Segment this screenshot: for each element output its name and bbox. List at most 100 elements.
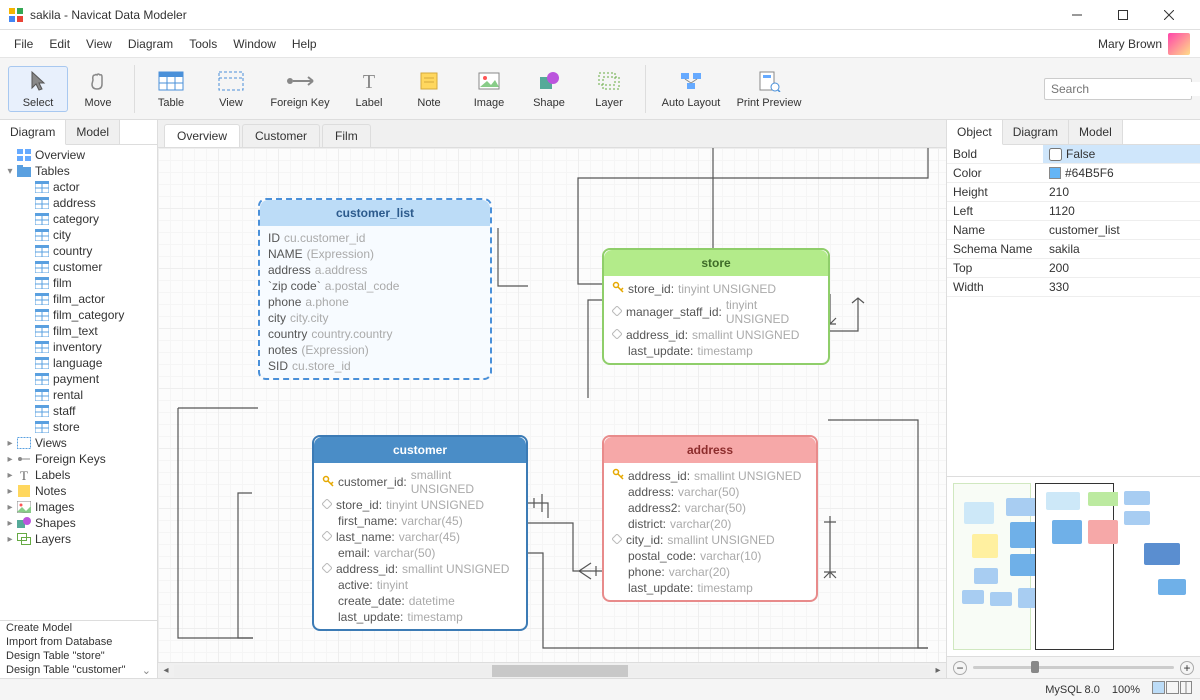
column-row[interactable]: postal_code: varchar(10): [612, 548, 808, 564]
column-row[interactable]: NAME (Expression): [268, 246, 482, 262]
entity-customer-list[interactable]: customer_list ID cu.customer_idNAME (Exp…: [258, 198, 492, 380]
tree-shapes-group[interactable]: ▸Shapes: [0, 515, 157, 531]
column-row[interactable]: `zip code` a.postal_code: [268, 278, 482, 294]
tool-shape[interactable]: Shape: [519, 67, 579, 111]
menu-tools[interactable]: Tools: [181, 33, 225, 55]
prop-height[interactable]: Height210: [947, 183, 1200, 202]
search-input[interactable]: [1051, 82, 1200, 96]
column-row[interactable]: address a.address: [268, 262, 482, 278]
tool-label[interactable]: T Label: [339, 67, 399, 111]
tool-view[interactable]: View: [201, 67, 261, 111]
menu-view[interactable]: View: [78, 33, 120, 55]
column-row[interactable]: first_name: varchar(45): [322, 513, 518, 529]
canvas-tab-overview[interactable]: Overview: [164, 124, 240, 147]
column-row[interactable]: address: varchar(50): [612, 484, 808, 500]
tree-table-rental[interactable]: rental: [0, 387, 157, 403]
tree-overview[interactable]: Overview: [0, 147, 157, 163]
column-row[interactable]: active: tinyint: [322, 577, 518, 593]
collapse-icon[interactable]: ▾: [4, 166, 16, 177]
prop-schema[interactable]: Schema Namesakila: [947, 240, 1200, 259]
column-row[interactable]: country country.country: [268, 326, 482, 342]
column-row[interactable]: address_id: smallint UNSIGNED: [612, 327, 820, 343]
tree-table-film_actor[interactable]: film_actor: [0, 291, 157, 307]
tool-move[interactable]: Move: [68, 67, 128, 111]
user-name[interactable]: Mary Brown: [1098, 37, 1162, 51]
column-row[interactable]: address2: varchar(50): [612, 500, 808, 516]
scrollbar-thumb[interactable]: [492, 665, 628, 677]
property-grid[interactable]: BoldFalse Color#64B5F6 Height210 Left112…: [947, 145, 1200, 476]
tree-views-group[interactable]: ▸Views: [0, 435, 157, 451]
prop-bold[interactable]: BoldFalse: [947, 145, 1200, 164]
column-row[interactable]: phone a.phone: [268, 294, 482, 310]
prop-color[interactable]: Color#64B5F6: [947, 164, 1200, 183]
tool-note[interactable]: Note: [399, 67, 459, 111]
zoom-in-icon[interactable]: +: [1180, 661, 1194, 675]
menu-file[interactable]: File: [6, 33, 41, 55]
column-row[interactable]: ID cu.customer_id: [268, 230, 482, 246]
right-tab-model[interactable]: Model: [1069, 120, 1123, 144]
prop-left[interactable]: Left1120: [947, 202, 1200, 221]
expand-icon[interactable]: ▸: [4, 534, 16, 545]
expand-icon[interactable]: ▸: [4, 518, 16, 529]
tree-table-category[interactable]: category: [0, 211, 157, 227]
right-tab-diagram[interactable]: Diagram: [1003, 120, 1069, 144]
expand-icon[interactable]: ▸: [4, 438, 16, 449]
tree-table-payment[interactable]: payment: [0, 371, 157, 387]
column-row[interactable]: email: varchar(50): [322, 545, 518, 561]
zoom-out-icon[interactable]: −: [953, 661, 967, 675]
tree-table-store[interactable]: store: [0, 419, 157, 435]
action-item[interactable]: Design Table "customer"⌄: [0, 663, 157, 678]
maximize-button[interactable]: [1100, 0, 1146, 30]
avatar[interactable]: [1168, 33, 1190, 55]
layout-toggle-icon[interactable]: [1152, 681, 1192, 698]
scroll-left-icon[interactable]: ◂: [158, 665, 174, 676]
entity-customer[interactable]: customer customer_id: smallint UNSIGNEDs…: [312, 435, 528, 631]
tree-table-film_category[interactable]: film_category: [0, 307, 157, 323]
tree-notes-group[interactable]: ▸Notes: [0, 483, 157, 499]
tree-table-address[interactable]: address: [0, 195, 157, 211]
column-row[interactable]: city city.city: [268, 310, 482, 326]
zoom-slider[interactable]: [973, 666, 1174, 669]
action-item[interactable]: Create Model: [0, 621, 157, 635]
tree-table-language[interactable]: language: [0, 355, 157, 371]
column-row[interactable]: phone: varchar(20): [612, 564, 808, 580]
tree-images-group[interactable]: ▸Images: [0, 499, 157, 515]
column-row[interactable]: store_id: tinyint UNSIGNED: [612, 280, 820, 297]
object-tree[interactable]: Overview ▾Tables actoraddresscategorycit…: [0, 145, 157, 620]
tree-table-staff[interactable]: staff: [0, 403, 157, 419]
prop-name[interactable]: Namecustomer_list: [947, 221, 1200, 240]
tool-image[interactable]: Image: [459, 67, 519, 111]
menu-edit[interactable]: Edit: [41, 33, 78, 55]
prop-top[interactable]: Top200: [947, 259, 1200, 278]
menu-window[interactable]: Window: [225, 33, 284, 55]
column-row[interactable]: last_update: timestamp: [322, 609, 518, 625]
close-button[interactable]: [1146, 0, 1192, 30]
column-row[interactable]: last_update: timestamp: [612, 343, 820, 359]
overview-minimap[interactable]: [947, 476, 1200, 656]
tool-select[interactable]: Select: [8, 66, 68, 112]
tree-tables-group[interactable]: ▾Tables: [0, 163, 157, 179]
tree-fks-group[interactable]: ▸Foreign Keys: [0, 451, 157, 467]
left-tab-model[interactable]: Model: [66, 120, 120, 144]
menu-diagram[interactable]: Diagram: [120, 33, 181, 55]
tree-labels-group[interactable]: ▸TLabels: [0, 467, 157, 483]
entity-address[interactable]: address address_id: smallint UNSIGNEDadd…: [602, 435, 818, 602]
expand-icon[interactable]: ▸: [4, 486, 16, 497]
menu-help[interactable]: Help: [284, 33, 325, 55]
expand-icon[interactable]: ▸: [4, 502, 16, 513]
tree-table-film[interactable]: film: [0, 275, 157, 291]
tree-table-film_text[interactable]: film_text: [0, 323, 157, 339]
minimize-button[interactable]: [1054, 0, 1100, 30]
tree-layers-group[interactable]: ▸Layers: [0, 531, 157, 547]
tree-table-city[interactable]: city: [0, 227, 157, 243]
tree-table-customer[interactable]: customer: [0, 259, 157, 275]
column-row[interactable]: district: varchar(20): [612, 516, 808, 532]
bold-checkbox[interactable]: [1049, 148, 1062, 161]
column-row[interactable]: city_id: smallint UNSIGNED: [612, 532, 808, 548]
tree-table-actor[interactable]: actor: [0, 179, 157, 195]
column-row[interactable]: store_id: tinyint UNSIGNED: [322, 497, 518, 513]
column-row[interactable]: notes (Expression): [268, 342, 482, 358]
column-row[interactable]: create_date: datetime: [322, 593, 518, 609]
prop-width[interactable]: Width330: [947, 278, 1200, 297]
search-box[interactable]: [1044, 78, 1192, 100]
